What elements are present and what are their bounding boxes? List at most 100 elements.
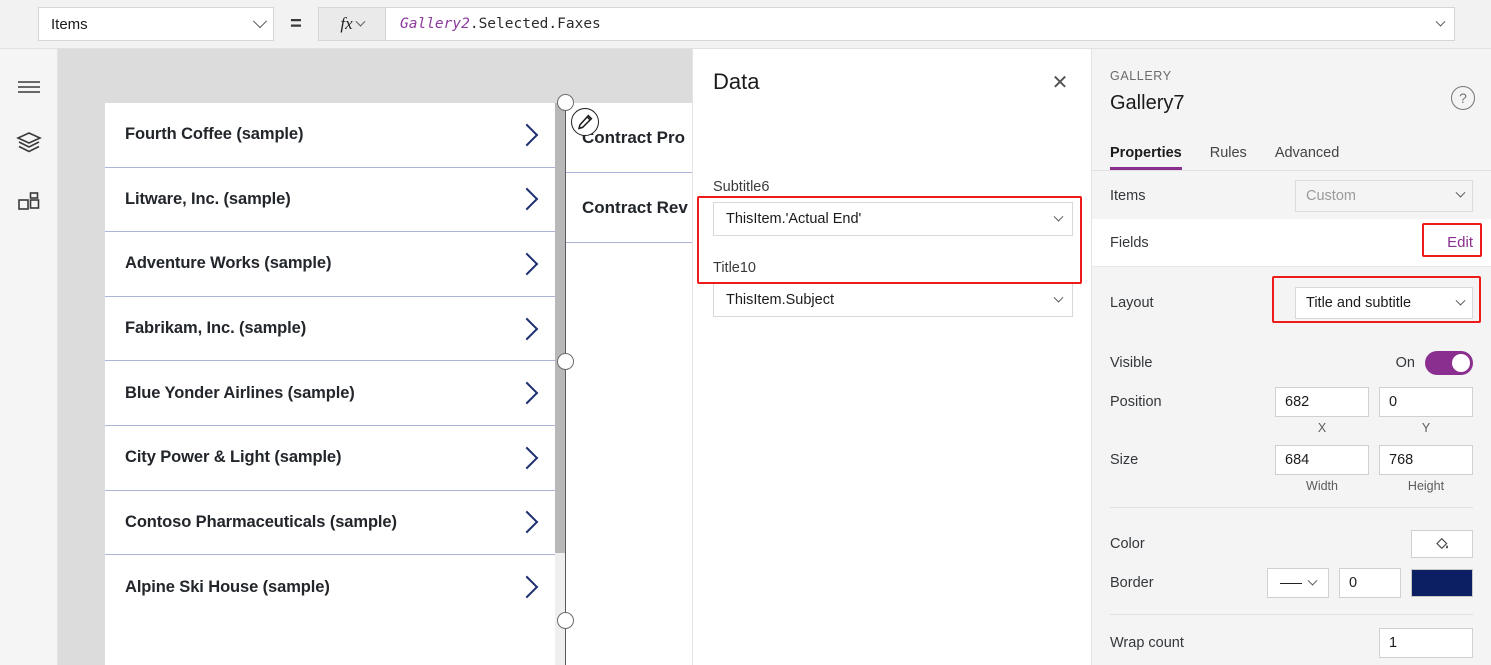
gallery-item-title: Blue Yonder Airlines (sample) (125, 383, 355, 402)
close-icon[interactable]: ✕ (1047, 70, 1073, 96)
fx-button[interactable]: fx (318, 7, 386, 41)
properties-panel-control-name: Gallery7 (1110, 92, 1185, 114)
property-row-wrap-count: Wrap count 1 (1092, 627, 1491, 659)
property-selector[interactable]: Items (38, 7, 274, 41)
layers-icon[interactable] (0, 119, 58, 167)
hamburger-menu-icon[interactable] (0, 63, 58, 111)
chevron-right-icon[interactable] (515, 188, 539, 211)
data-field-label: Title10 (713, 260, 756, 276)
formula-bar: Items = fx Gallery2.Selected.Faxes (0, 0, 1491, 49)
chevron-right-icon[interactable] (515, 446, 539, 470)
property-label-border: Border (1110, 575, 1154, 591)
data-field-label: Subtitle6 (713, 179, 770, 195)
gallery-item[interactable]: Fabrikam, Inc. (sample) (105, 296, 557, 362)
property-label-position: Position (1110, 394, 1162, 410)
property-row-size: Size 684 768 (1092, 444, 1491, 476)
size-sublabels: Width Height (1092, 477, 1491, 495)
chevron-right-icon[interactable] (515, 381, 539, 405)
fields-edit-link[interactable]: Edit (1447, 234, 1473, 251)
gallery-item[interactable]: Contoso Pharmaceuticals (sample) (105, 490, 557, 556)
size-width-input[interactable]: 684 (1275, 445, 1369, 475)
gallery-item-title: Contract Rev (582, 197, 688, 217)
chevron-down-icon (355, 16, 366, 27)
property-label-visible: Visible (1110, 355, 1153, 371)
resize-handle-bottom[interactable] (557, 612, 574, 629)
left-rail (0, 49, 58, 665)
properties-panel: GALLERY Gallery7 ? Properties Rules Adva… (1092, 49, 1491, 665)
property-row-fields: Fields Edit (1092, 219, 1491, 267)
chevron-right-icon[interactable] (515, 576, 539, 599)
gallery-item-empty[interactable] (566, 243, 692, 313)
visible-state-label: On (1395, 355, 1415, 371)
chevron-down-icon (1455, 187, 1466, 198)
toggle-knob (1452, 354, 1470, 372)
gallery-item[interactable]: Adventure Works (sample) (105, 232, 557, 297)
chevron-right-icon[interactable] (515, 317, 539, 340)
position-y-sublabel: Y (1421, 421, 1431, 435)
gallery-left[interactable]: Fourth Coffee (sample) Litware, Inc. (sa… (105, 103, 557, 665)
edit-pencil-icon[interactable] (571, 108, 599, 136)
items-dropdown[interactable]: Custom (1295, 179, 1473, 212)
position-y-input[interactable]: 0 (1379, 387, 1473, 417)
gallery-item-title: Alpine Ski House (sample) (125, 577, 330, 596)
gallery-item[interactable]: Contract Rev (566, 173, 692, 243)
property-label-size: Size (1110, 452, 1139, 468)
data-field-value: ThisItem.'Actual End' (726, 211, 862, 227)
formula-input[interactable]: Gallery2.Selected.Faxes (386, 7, 1455, 41)
border-style-dropdown[interactable] (1267, 568, 1329, 598)
chevron-down-icon[interactable] (1435, 16, 1446, 27)
property-row-color: Color (1092, 527, 1491, 561)
gallery-item[interactable]: Alpine Ski House (sample) (105, 555, 557, 620)
divider (1110, 614, 1473, 615)
property-label-items: Items (1110, 187, 1146, 204)
chevron-right-icon[interactable] (515, 511, 539, 534)
gallery-selected[interactable]: Contract Pro Contract Rev (565, 103, 692, 665)
size-height-sublabel: Height (1407, 479, 1445, 493)
gallery-item-title: Contract Pro (582, 127, 685, 147)
layout-value: Title and subtitle (1306, 295, 1412, 311)
tab-rules[interactable]: Rules (1210, 145, 1247, 170)
position-x-input[interactable]: 682 (1275, 387, 1369, 417)
data-field-dropdown[interactable]: ThisItem.Subject (713, 283, 1073, 317)
visible-toggle[interactable] (1425, 351, 1473, 375)
divider (1110, 507, 1473, 508)
property-label-wrap-count: Wrap count (1110, 635, 1184, 651)
position-x-sublabel: X (1317, 421, 1327, 435)
equals-sign: = (290, 12, 302, 35)
gallery-item[interactable]: Fourth Coffee (sample) (105, 103, 557, 168)
chevron-down-icon (1053, 292, 1064, 303)
formula-rest-token: .Selected.Faxes (469, 16, 601, 32)
help-icon[interactable]: ? (1451, 86, 1475, 110)
items-value: Custom (1306, 187, 1356, 204)
resize-handle-middle[interactable] (557, 353, 574, 370)
data-field-value: ThisItem.Subject (726, 292, 834, 308)
chevron-right-icon[interactable] (515, 123, 539, 147)
property-row-layout: Layout Title and subtitle (1092, 281, 1491, 325)
size-height-input[interactable]: 768 (1379, 445, 1473, 475)
border-color-swatch[interactable] (1411, 569, 1473, 597)
layout-dropdown[interactable]: Title and subtitle (1295, 287, 1473, 319)
size-width-sublabel: Width (1306, 479, 1338, 493)
data-field-dropdown[interactable]: ThisItem.'Actual End' (713, 202, 1073, 236)
property-label-fields: Fields (1110, 234, 1149, 251)
chevron-right-icon[interactable] (515, 252, 539, 276)
property-label-color: Color (1110, 536, 1145, 552)
powerapps-studio: Items = fx Gallery2.Selected.Faxes Fourt… (0, 0, 1491, 665)
resize-handle-top[interactable] (557, 94, 574, 111)
app-canvas[interactable]: Fourth Coffee (sample) Litware, Inc. (sa… (58, 49, 692, 665)
tab-advanced[interactable]: Advanced (1275, 145, 1340, 170)
wrap-count-input[interactable]: 1 (1379, 628, 1473, 658)
chevron-down-icon (1455, 295, 1466, 306)
gallery-item-title: Fabrikam, Inc. (sample) (125, 319, 307, 338)
gallery-item[interactable]: City Power & Light (sample) (105, 425, 557, 491)
gallery-item[interactable]: Litware, Inc. (sample) (105, 167, 557, 233)
fill-color-button[interactable] (1411, 530, 1473, 558)
border-thickness-input[interactable]: 0 (1339, 568, 1401, 598)
gallery-item[interactable]: Blue Yonder Airlines (sample) (105, 361, 557, 426)
gallery-item-title: Fourth Coffee (sample) (125, 125, 304, 144)
line-style-icon (1280, 582, 1302, 584)
tab-properties[interactable]: Properties (1110, 145, 1182, 170)
data-panel-title: Data (713, 69, 760, 94)
property-row-items: Items Custom (1092, 172, 1491, 219)
insert-components-icon[interactable] (0, 179, 58, 227)
